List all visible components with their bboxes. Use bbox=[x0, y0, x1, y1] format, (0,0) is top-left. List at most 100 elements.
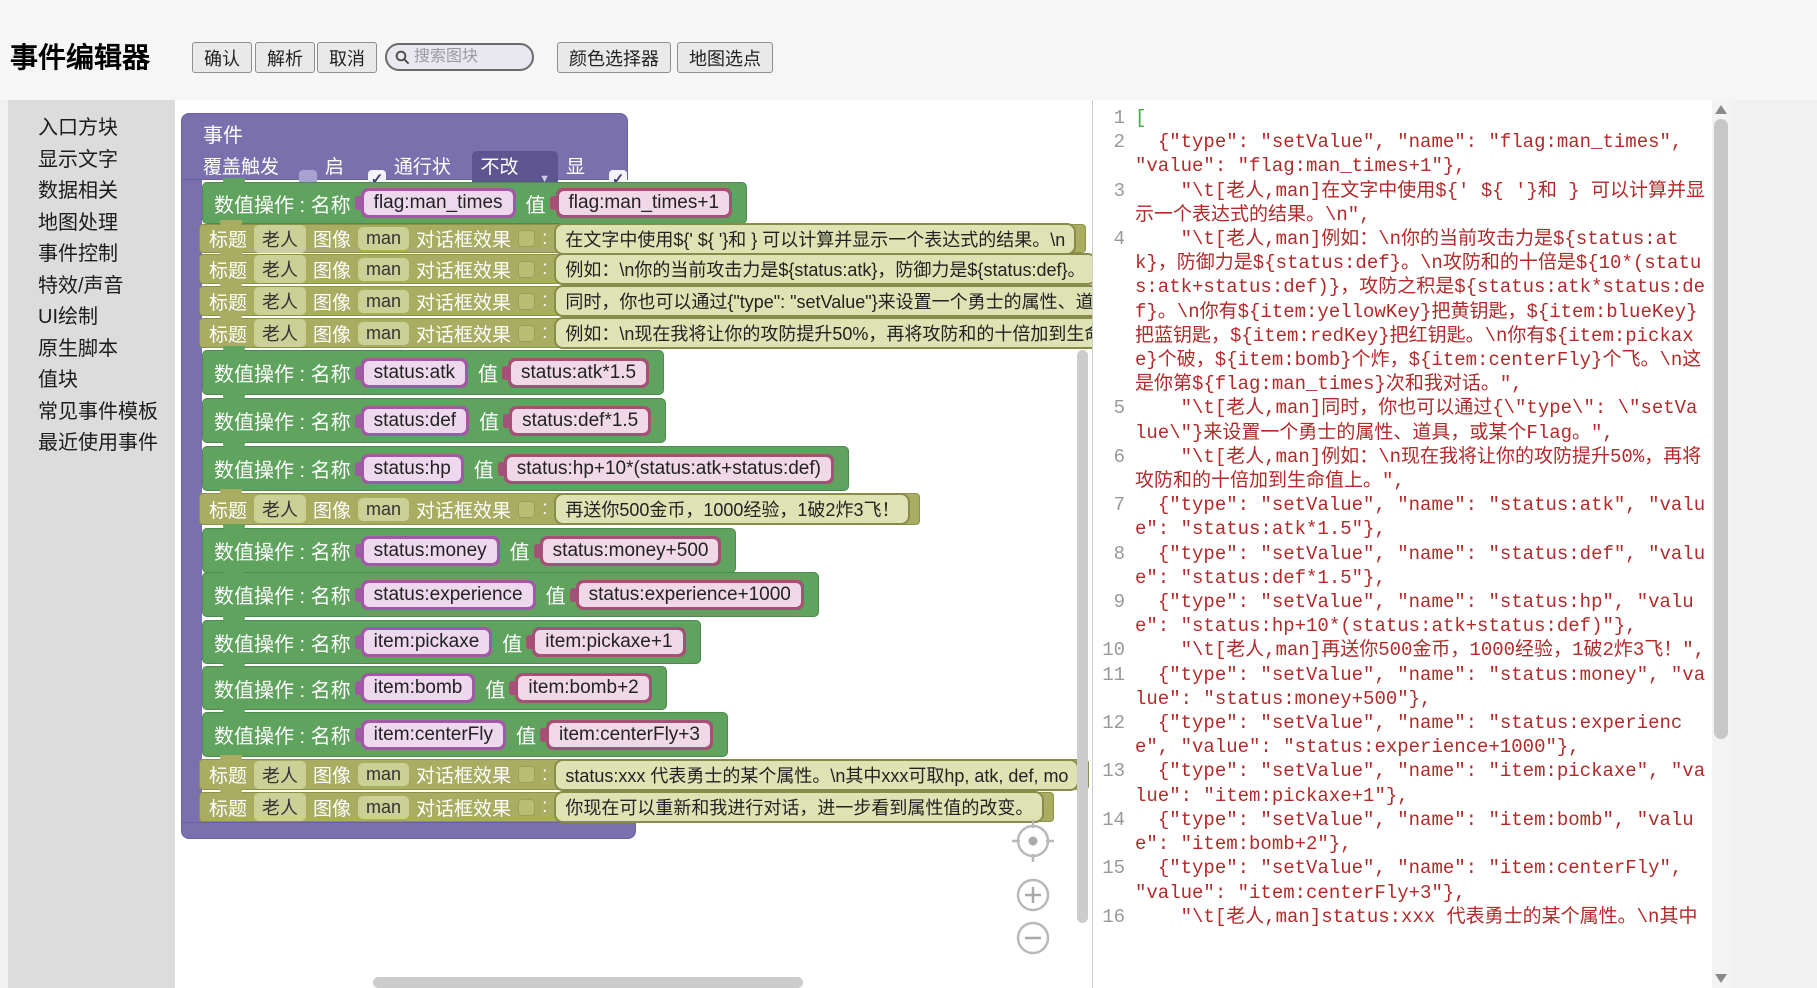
image-pill[interactable]: man bbox=[358, 227, 409, 250]
code-line[interactable]: 7 {"type": "setValue", "name": "status:a… bbox=[1093, 493, 1712, 541]
speaker-pill[interactable]: 老人 bbox=[254, 287, 306, 315]
dialog-block[interactable]: 标题老人图像man对话框效果:同时，你也可以通过{"type": "setVal… bbox=[199, 286, 1092, 316]
dialog-block[interactable]: 标题老人图像man对话框效果:例如：\n你的当前攻击力是${status:atk… bbox=[199, 254, 1092, 284]
sidebar-item[interactable]: 值块 bbox=[8, 365, 175, 397]
setvalue-block[interactable]: 数值操作 : 名称status:hp值status:hp+10*(status:… bbox=[202, 446, 849, 491]
code-line[interactable]: 2 {"type": "setValue", "name": "flag:man… bbox=[1093, 130, 1712, 178]
sidebar-item[interactable]: 原生脚本 bbox=[8, 334, 175, 366]
scroll-down-icon[interactable] bbox=[1715, 974, 1727, 983]
code-line[interactable]: 12 {"type": "setValue", "name": "status:… bbox=[1093, 711, 1712, 759]
setvalue-block[interactable]: 数值操作 : 名称status:experience值status:experi… bbox=[202, 572, 819, 617]
setvalue-block[interactable]: 数值操作 : 名称item:centerFly值item:centerFly+3 bbox=[202, 712, 728, 757]
code-scrollbar[interactable] bbox=[1712, 100, 1730, 988]
dialog-block[interactable]: 标题老人图像man对话框效果:你现在可以重新和我进行对话，进一步看到属性值的改变… bbox=[199, 792, 1054, 822]
dialog-text-pill[interactable]: 例如：\n你的当前攻击力是${status:atk}，防御力是${status:… bbox=[554, 253, 1092, 285]
event-block-header[interactable]: 事件 覆盖触发器 启用 ✓ 通行状态 不改变 ▼ 显伤 ✓ bbox=[181, 113, 628, 180]
dialog-text-pill[interactable]: 例如：\n现在我将让你的攻防提升50%，再将攻防和的十倍加到生命 bbox=[554, 317, 1092, 349]
value-expression-pill[interactable]: status:experience+1000 bbox=[576, 580, 804, 610]
setvalue-block[interactable]: 数值操作 : 名称status:money值status:money+500 bbox=[202, 528, 736, 573]
dialog-effect-checkbox[interactable] bbox=[518, 325, 535, 342]
value-expression-pill[interactable]: status:money+500 bbox=[540, 536, 722, 566]
dialog-text-pill[interactable]: 你现在可以重新和我进行对话，进一步看到属性值的改变。 bbox=[554, 791, 1044, 823]
setvalue-block[interactable]: 数值操作 : 名称flag:man_times值flag:man_times+1 bbox=[202, 182, 747, 224]
search-box[interactable] bbox=[385, 43, 534, 71]
sidebar-item[interactable]: 特效/声音 bbox=[8, 271, 175, 303]
setvalue-block[interactable]: 数值操作 : 名称item:bomb值item:bomb+2 bbox=[202, 666, 667, 710]
confirm-button[interactable]: 确认 bbox=[192, 42, 252, 73]
code-line[interactable]: 11 {"type": "setValue", "name": "status:… bbox=[1093, 663, 1712, 711]
image-pill[interactable]: man bbox=[358, 258, 409, 281]
setvalue-block[interactable]: 数值操作 : 名称status:def值status:def*1.5 bbox=[202, 398, 666, 443]
code-scrollbar-thumb[interactable] bbox=[1714, 119, 1728, 739]
image-pill[interactable]: man bbox=[358, 290, 409, 313]
speaker-pill[interactable]: 老人 bbox=[254, 319, 306, 347]
code-editor[interactable]: 1[2 {"type": "setValue", "name": "flag:m… bbox=[1093, 100, 1712, 988]
name-value-pill[interactable]: status:experience bbox=[361, 580, 536, 610]
dialog-text-pill[interactable]: 在文字中使用${' ${ '}和 } 可以计算并显示一个表达式的结果。\n bbox=[554, 223, 1076, 255]
value-expression-pill[interactable]: status:def*1.5 bbox=[509, 406, 651, 436]
workspace-horizontal-scrollbar[interactable] bbox=[373, 977, 803, 988]
value-expression-pill[interactable]: item:centerFly+3 bbox=[546, 720, 713, 750]
speaker-pill[interactable]: 老人 bbox=[254, 255, 306, 283]
sidebar-item[interactable]: 入口方块 bbox=[8, 113, 175, 145]
dialog-effect-checkbox[interactable] bbox=[518, 293, 535, 310]
speaker-pill[interactable]: 老人 bbox=[254, 793, 306, 821]
value-expression-pill[interactable]: flag:man_times+1 bbox=[556, 188, 733, 218]
code-line[interactable]: 10 "\t[老人,man]再送你500金币，1000经验，1破2炸3飞！", bbox=[1093, 638, 1712, 662]
zoom-in-button[interactable] bbox=[1018, 880, 1048, 910]
setvalue-block[interactable]: 数值操作 : 名称status:atk值status:atk*1.5 bbox=[202, 350, 664, 395]
code-line[interactable]: 13 {"type": "setValue", "name": "item:pi… bbox=[1093, 759, 1712, 807]
name-value-pill[interactable]: status:atk bbox=[361, 358, 468, 388]
scroll-up-icon[interactable] bbox=[1715, 105, 1727, 114]
code-line[interactable]: 8 {"type": "setValue", "name": "status:d… bbox=[1093, 542, 1712, 590]
speaker-pill[interactable]: 老人 bbox=[254, 761, 306, 789]
dialog-effect-checkbox[interactable] bbox=[518, 799, 535, 816]
dialog-effect-checkbox[interactable] bbox=[518, 501, 535, 518]
dialog-block[interactable]: 标题老人图像man对话框效果:再送你500金币，1000经验，1破2炸3飞！ bbox=[199, 493, 920, 525]
dialog-block[interactable]: 标题老人图像man对话框效果:例如：\n现在我将让你的攻防提升50%，再将攻防和… bbox=[199, 318, 1092, 348]
dialog-text-pill[interactable]: status:xxx 代表勇士的某个属性。\n其中xxx可取hp, atk, d… bbox=[554, 759, 1079, 791]
workspace-vertical-scrollbar[interactable] bbox=[1077, 350, 1088, 923]
sidebar-item[interactable]: 常见事件模板 bbox=[8, 397, 175, 429]
code-line[interactable]: 16 "\t[老人,man]status:xxx 代表勇士的某个属性。\n其中 bbox=[1093, 905, 1712, 929]
speaker-pill[interactable]: 老人 bbox=[254, 225, 306, 253]
color-picker-button[interactable]: 颜色选择器 bbox=[557, 42, 671, 73]
code-line[interactable]: 1[ bbox=[1093, 106, 1712, 130]
search-input[interactable] bbox=[414, 48, 524, 66]
image-pill[interactable]: man bbox=[358, 322, 409, 345]
sidebar-item[interactable]: 地图处理 bbox=[8, 208, 175, 240]
name-value-pill[interactable]: flag:man_times bbox=[361, 188, 516, 218]
dialog-block[interactable]: 标题老人图像man对话框效果:在文字中使用${' ${ '}和 } 可以计算并显… bbox=[199, 224, 1086, 253]
parse-button[interactable]: 解析 bbox=[255, 42, 315, 73]
code-line[interactable]: 5 "\t[老人,man]同时，你也可以通过{\"type\": \"setVa… bbox=[1093, 396, 1712, 444]
sidebar-item[interactable]: UI绘制 bbox=[8, 302, 175, 334]
dialog-effect-checkbox[interactable] bbox=[518, 230, 535, 247]
name-value-pill[interactable]: item:pickaxe bbox=[361, 627, 493, 657]
name-value-pill[interactable]: status:hp bbox=[361, 454, 464, 484]
dialog-effect-checkbox[interactable] bbox=[518, 766, 535, 783]
name-value-pill[interactable]: status:money bbox=[361, 536, 500, 566]
code-line[interactable]: 15 {"type": "setValue", "name": "item:ce… bbox=[1093, 856, 1712, 904]
sidebar-item[interactable]: 数据相关 bbox=[8, 176, 175, 208]
sidebar-item[interactable]: 最近使用事件 bbox=[8, 428, 175, 460]
dialog-text-pill[interactable]: 同时，你也可以通过{"type": "setValue"}来设置一个勇士的属性、… bbox=[554, 285, 1092, 317]
dialog-block[interactable]: 标题老人图像man对话框效果:status:xxx 代表勇士的某个属性。\n其中… bbox=[199, 759, 1089, 790]
name-value-pill[interactable]: item:bomb bbox=[361, 673, 476, 703]
code-line[interactable]: 3 "\t[老人,man]在文字中使用${' ${ '}和 } 可以计算并显示一… bbox=[1093, 179, 1712, 227]
code-line[interactable]: 6 "\t[老人,man]例如：\n现在我将让你的攻防提升50%，再将攻防和的十… bbox=[1093, 445, 1712, 493]
dialog-text-pill[interactable]: 再送你500金币，1000经验，1破2炸3飞！ bbox=[554, 493, 910, 525]
value-expression-pill[interactable]: item:pickaxe+1 bbox=[532, 627, 685, 657]
code-line[interactable]: 4 "\t[老人,man]例如：\n你的当前攻击力是${status:atk}，… bbox=[1093, 227, 1712, 396]
block-workspace[interactable]: 事件 覆盖触发器 启用 ✓ 通行状态 不改变 ▼ 显伤 ✓ 数值操作 : 名称f… bbox=[175, 100, 1092, 988]
map-pick-button[interactable]: 地图选点 bbox=[677, 42, 773, 73]
value-expression-pill[interactable]: status:atk*1.5 bbox=[508, 358, 649, 388]
sidebar-item[interactable]: 事件控制 bbox=[8, 239, 175, 271]
zoom-out-button[interactable] bbox=[1018, 923, 1048, 953]
speaker-pill[interactable]: 老人 bbox=[254, 495, 306, 523]
value-expression-pill[interactable]: item:bomb+2 bbox=[515, 673, 651, 703]
sidebar-item[interactable]: 显示文字 bbox=[8, 145, 175, 177]
code-line[interactable]: 14 {"type": "setValue", "name": "item:bo… bbox=[1093, 808, 1712, 856]
setvalue-block[interactable]: 数值操作 : 名称item:pickaxe值item:pickaxe+1 bbox=[202, 620, 701, 664]
name-value-pill[interactable]: status:def bbox=[361, 406, 469, 436]
code-line[interactable]: 9 {"type": "setValue", "name": "status:h… bbox=[1093, 590, 1712, 638]
